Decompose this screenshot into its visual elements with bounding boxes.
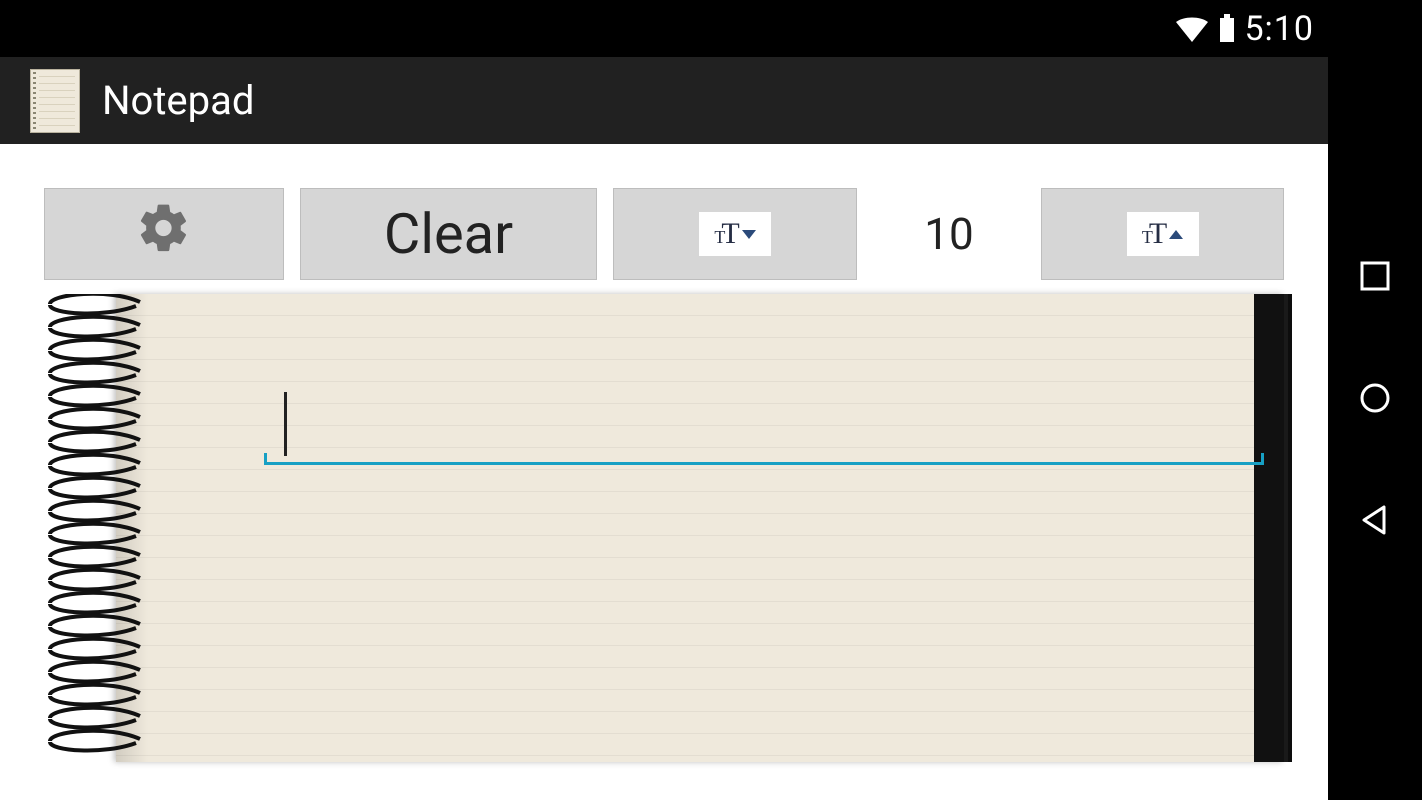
- back-button[interactable]: [1358, 503, 1392, 541]
- home-button[interactable]: [1358, 381, 1392, 419]
- status-clock: 5:10: [1244, 9, 1314, 49]
- page-edge: [1254, 294, 1284, 762]
- font-decrease-icon: TT: [699, 212, 771, 256]
- app-icon: [30, 69, 80, 133]
- font-size-value: 10: [924, 208, 973, 260]
- battery-icon: [1218, 14, 1236, 44]
- screen: 5:10 Notepad Clear: [0, 0, 1328, 800]
- font-size-display: 10: [857, 188, 1041, 280]
- note-input[interactable]: [264, 384, 1260, 458]
- notepad-paper[interactable]: [116, 294, 1284, 762]
- status-bar: 5:10: [0, 0, 1328, 57]
- settings-button[interactable]: [44, 188, 284, 280]
- android-navbar: [1328, 0, 1422, 800]
- input-underline: [264, 462, 1264, 465]
- gear-icon: [136, 200, 192, 268]
- notepad: [44, 294, 1284, 762]
- font-increase-icon: TT: [1127, 212, 1199, 256]
- font-increase-button[interactable]: TT: [1041, 188, 1284, 280]
- action-bar: Notepad: [0, 57, 1328, 144]
- content-area: Clear TT 10 TT: [0, 144, 1328, 800]
- clear-button[interactable]: Clear: [300, 188, 597, 280]
- clear-button-label: Clear: [384, 201, 513, 267]
- toolbar: Clear TT 10 TT: [0, 188, 1328, 280]
- wifi-icon: [1174, 14, 1210, 44]
- recent-apps-button[interactable]: [1358, 259, 1392, 297]
- font-decrease-button[interactable]: TT: [613, 188, 857, 280]
- app-title: Notepad: [102, 77, 254, 124]
